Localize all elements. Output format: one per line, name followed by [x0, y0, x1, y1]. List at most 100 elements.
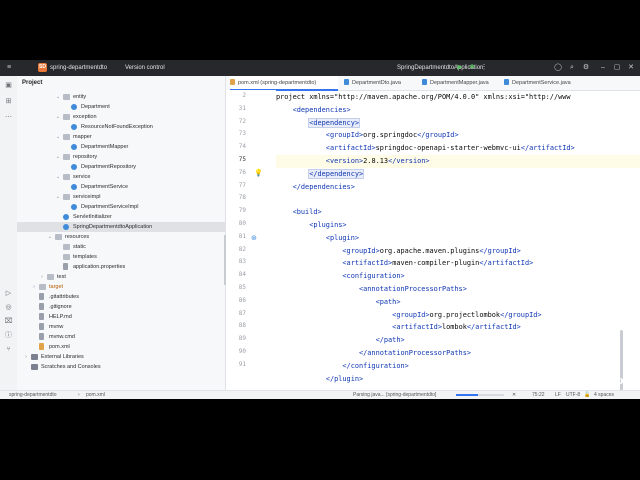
code-line[interactable]: </configuration>: [276, 360, 408, 373]
lightbulb-icon[interactable]: 💡: [254, 169, 263, 177]
tree-item[interactable]: mvnw.cmd: [17, 332, 225, 342]
line-number[interactable]: 90: [226, 346, 246, 359]
problems-tool-icon[interactable]: ⓘ: [3, 330, 14, 341]
chevron-down-icon[interactable]: ⌄: [55, 92, 61, 102]
code-line[interactable]: <configuration>: [276, 270, 404, 283]
code-area[interactable]: project xmlns="http://maven.apache.org/P…: [276, 90, 640, 390]
maximize-icon[interactable]: ▢: [612, 60, 622, 76]
line-number[interactable]: 88: [226, 320, 246, 333]
code-line[interactable]: </annotationProcessorPaths>: [276, 347, 471, 360]
tree-item[interactable]: application.properties: [17, 262, 225, 272]
line-number[interactable]: 89: [226, 333, 246, 346]
code-line[interactable]: <dependencies>: [276, 104, 351, 117]
run-tool-icon[interactable]: ▷: [3, 288, 14, 299]
tree-item[interactable]: ⌄ repository: [17, 152, 225, 162]
chevron-right-icon[interactable]: ›: [39, 272, 45, 282]
code-line[interactable]: <annotationProcessorPaths>: [276, 283, 467, 296]
more-actions-icon[interactable]: ⋮: [479, 60, 489, 76]
main-menu-icon[interactable]: ≡: [4, 60, 14, 76]
line-number[interactable]: 83: [226, 256, 246, 269]
code-line[interactable]: </plugin>: [276, 373, 363, 386]
settings-icon[interactable]: ⚙: [581, 60, 591, 76]
code-line[interactable]: </path>: [276, 334, 405, 347]
chevron-down-icon[interactable]: ⌄: [47, 232, 53, 242]
tree-item[interactable]: ServletInitializer: [17, 212, 225, 222]
project-tool-icon[interactable]: ▣: [3, 80, 14, 91]
chevron-down-icon[interactable]: ⌄: [55, 152, 61, 162]
tree-item[interactable]: static: [17, 242, 225, 252]
code-line[interactable]: </dependency>: [276, 168, 365, 181]
minimize-icon[interactable]: –: [598, 60, 608, 76]
line-number[interactable]: 78: [226, 192, 246, 205]
tree-item[interactable]: .gitattributes: [17, 292, 225, 302]
tree-item[interactable]: pom.xml: [17, 342, 225, 352]
debug-icon[interactable]: ✱: [467, 60, 477, 76]
tree-item[interactable]: mvnw: [17, 322, 225, 332]
structure-tool-icon[interactable]: ⊞: [3, 96, 14, 107]
tree-item[interactable]: SpringDepartmentdtoApplication: [17, 222, 225, 232]
line-number[interactable]: 72: [226, 116, 246, 129]
line-number[interactable]: 91: [226, 359, 246, 372]
code-line[interactable]: <path>: [276, 296, 401, 309]
indent-setting[interactable]: 4 spaces: [594, 391, 614, 399]
tree-item[interactable]: ⌄ exception: [17, 112, 225, 122]
tree-item[interactable]: DepartmentService: [17, 182, 225, 192]
project-switcher[interactable]: spring-departmentdto: [50, 60, 107, 76]
profile-icon[interactable]: ◯: [553, 60, 563, 76]
editor-tab[interactable]: DepartmentDto.java: [344, 76, 418, 90]
line-number[interactable]: 74: [226, 141, 246, 154]
line-number[interactable]: 86: [226, 295, 246, 308]
run-icon[interactable]: ▶: [455, 60, 465, 76]
code-line[interactable]: <groupId>org.springdoc</groupId>: [276, 129, 459, 142]
tree-item[interactable]: ⌄ entity: [17, 92, 225, 102]
breadcrumb-project[interactable]: spring-departmentdto: [9, 391, 57, 399]
code-line[interactable]: <build>: [276, 206, 322, 219]
tree-item[interactable]: Scratches and Consoles: [17, 362, 225, 372]
code-line[interactable]: <dependency>: [276, 117, 360, 130]
breadcrumb-file[interactable]: pom.xml: [86, 391, 105, 399]
project-panel-title[interactable]: Project: [22, 76, 42, 90]
code-line[interactable]: <artifactId>springdoc-openapi-starter-we…: [276, 142, 575, 155]
tree-item[interactable]: Department: [17, 102, 225, 112]
chevron-down-icon[interactable]: ⌄: [55, 192, 61, 202]
line-number[interactable]: 77: [226, 180, 246, 193]
cursor-position[interactable]: 75:22: [532, 391, 545, 399]
line-separator[interactable]: LF: [555, 391, 561, 399]
tree-item[interactable]: DepartmentMapper: [17, 142, 225, 152]
tree-item[interactable]: ⌄ service: [17, 172, 225, 182]
tree-item[interactable]: HELP.md: [17, 312, 225, 322]
background-task[interactable]: Parsing java... [spring-departmentdto]: [353, 391, 436, 399]
line-number[interactable]: 73: [226, 128, 246, 141]
vcs-menu[interactable]: Version control: [125, 60, 165, 76]
code-line[interactable]: <groupId>org.apache.maven.plugins</group…: [276, 245, 520, 258]
editor-scrollbar[interactable]: [620, 330, 623, 399]
chevron-down-icon[interactable]: ⌄: [55, 172, 61, 182]
chevron-down-icon[interactable]: ⌄: [55, 132, 61, 142]
tree-item[interactable]: › target: [17, 282, 225, 292]
line-number[interactable]: 84: [226, 269, 246, 282]
line-number[interactable]: 80: [226, 218, 246, 231]
code-line[interactable]: project xmlns="http://maven.apache.org/P…: [276, 91, 571, 104]
tree-item[interactable]: ⌄ resources: [17, 232, 225, 242]
tree-item[interactable]: › test: [17, 272, 225, 282]
code-line[interactable]: <plugin>: [276, 232, 359, 245]
readonly-lock-icon[interactable]: 🔓: [584, 391, 590, 399]
code-line[interactable]: <artifactId>maven-compiler-plugin</artif…: [276, 257, 533, 270]
tree-item[interactable]: ResourceNotFoundException: [17, 122, 225, 132]
code-line[interactable]: <groupId>org.projectlombok</groupId>: [276, 309, 541, 322]
chevron-down-icon[interactable]: ⌄: [55, 112, 61, 122]
line-number[interactable]: 85: [226, 282, 246, 295]
line-number[interactable]: 79: [226, 205, 246, 218]
search-icon[interactable]: ⌕: [567, 60, 577, 76]
line-number[interactable]: 87: [226, 308, 246, 321]
tree-item[interactable]: .gitignore: [17, 302, 225, 312]
tree-item[interactable]: › External Libraries: [17, 352, 225, 362]
line-number[interactable]: 76: [226, 167, 246, 180]
tree-item[interactable]: DepartmentRepository: [17, 162, 225, 172]
code-line[interactable]: <artifactId>lombok</artifactId>: [276, 321, 521, 334]
terminal-tool-icon[interactable]: ⌧: [3, 316, 14, 327]
editor-tab[interactable]: DepartmentMapper.java: [422, 76, 500, 90]
line-number[interactable]: 2: [226, 90, 246, 103]
file-encoding[interactable]: UTF-8: [566, 391, 580, 399]
code-line[interactable]: <plugins>: [276, 219, 346, 232]
